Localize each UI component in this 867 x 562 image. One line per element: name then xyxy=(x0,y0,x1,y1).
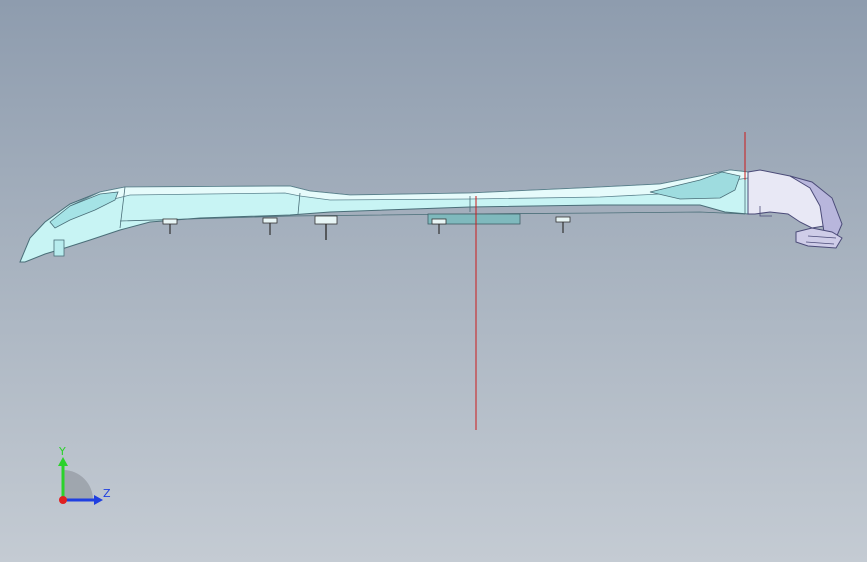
part-main-surface xyxy=(19,169,749,263)
fastener-4 xyxy=(431,218,447,234)
triad-y-arrowhead xyxy=(58,457,68,466)
fastener-1 xyxy=(162,218,178,234)
end-cap-upper xyxy=(747,169,825,229)
triad-x-axis-dot xyxy=(59,496,67,504)
triad-plane-indicator xyxy=(63,470,93,500)
fastener-5 xyxy=(555,216,571,233)
part-end-cap[interactable] xyxy=(747,169,843,249)
triad-z-arrowhead xyxy=(94,495,103,505)
part-body[interactable] xyxy=(19,169,749,263)
fastener-3 xyxy=(314,215,338,240)
triad-y-label: Y xyxy=(58,445,66,458)
part-left-tab xyxy=(53,239,65,257)
model-canvas[interactable]: Y Z xyxy=(0,0,867,562)
triad-z-label: Z xyxy=(103,487,111,500)
orientation-triad[interactable]: Y Z xyxy=(58,445,111,505)
graphics-viewport[interactable]: Y Z xyxy=(0,0,867,562)
fastener-2 xyxy=(262,217,278,235)
